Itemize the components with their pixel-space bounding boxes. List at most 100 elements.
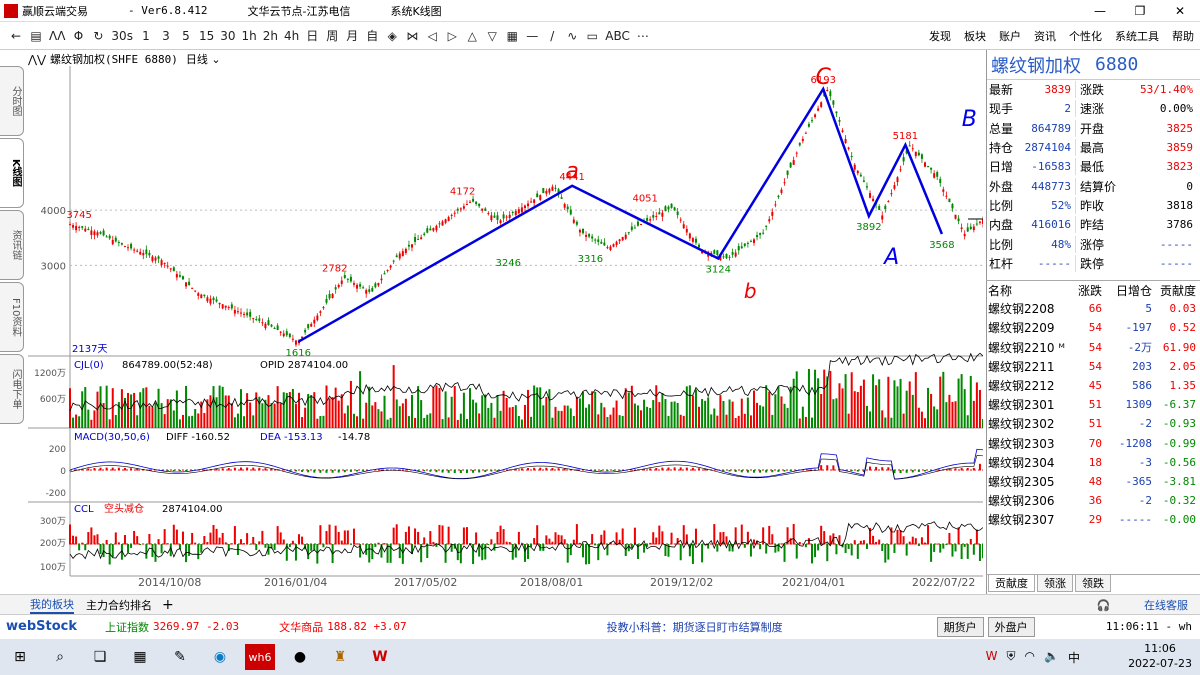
edge-icon[interactable]: ◉ (205, 644, 235, 670)
toolbar-button-2[interactable]: ΛΛ (46, 25, 68, 47)
toolbar-button-18[interactable]: ◈ (382, 25, 402, 47)
toolbar-button-12[interactable]: 2h (260, 25, 281, 47)
contract-row[interactable]: 螺纹钢2210 ᴹ 54 -2万 61.90 (986, 338, 1200, 357)
foreign-account-button[interactable]: 外盘户 (987, 616, 1035, 637)
contracts-tab-2[interactable]: 领跌 (1075, 575, 1111, 592)
toolbar-button-8[interactable]: 5 (176, 25, 196, 47)
wps-icon[interactable]: W (365, 644, 395, 670)
toolbar-button-19[interactable]: ⋈ (402, 25, 422, 47)
toolbar-button-30[interactable]: ⋯ (633, 25, 653, 47)
toolbar-button-26[interactable]: / (542, 25, 562, 47)
contract-row[interactable]: 螺纹钢2209 54 -197 0.52 (986, 318, 1200, 337)
side-tab-0[interactable]: 分时图 (0, 66, 24, 136)
contract-row[interactable]: 螺纹钢2304 18 -3 -0.56 (986, 453, 1200, 472)
toolbar-button-24[interactable]: ▦ (502, 25, 522, 47)
menu-item-1[interactable]: 板块 (964, 28, 986, 44)
toolbar-button-7[interactable]: 3 (156, 25, 176, 47)
toolbar-button-15[interactable]: 周 (322, 25, 342, 47)
contract-row[interactable]: 螺纹钢2305 48 -365 -3.81 (986, 472, 1200, 491)
toolbar-button-23[interactable]: ▽ (482, 25, 502, 47)
toolbar-button-13[interactable]: 4h (281, 25, 302, 47)
contracts-tab-0[interactable]: 贡献度 (988, 575, 1035, 592)
minimize-icon[interactable]: — (1080, 0, 1120, 22)
ccl-bar (188, 544, 191, 556)
volume-bar (661, 392, 664, 428)
menu-item-6[interactable]: 帮助 (1172, 28, 1194, 44)
candle-body (957, 218, 960, 222)
side-tab-2[interactable]: 资讯链 (0, 210, 24, 280)
chess-icon[interactable]: ♜ (325, 644, 355, 670)
tray-clock[interactable]: 11:06 2022-07-23 (1128, 641, 1192, 671)
edu-tip[interactable]: 投教小科普：期货逐日盯市结算制度 (607, 619, 783, 635)
toolbar-button-29[interactable]: ABC (602, 25, 633, 47)
toolbar-button-9[interactable]: 15 (196, 25, 217, 47)
side-tab-1[interactable]: K线图 (0, 138, 24, 208)
add-tab-button[interactable]: + (162, 597, 174, 613)
restore-icon[interactable]: ❐ (1120, 0, 1160, 22)
side-tab-4[interactable]: 闪电下单 (0, 354, 24, 424)
contract-row[interactable]: 螺纹钢2211 54 203 2.05 (986, 357, 1200, 376)
game-icon[interactable]: ● (285, 644, 315, 670)
candle-body (777, 195, 780, 198)
contracts-tab-1[interactable]: 领涨 (1037, 575, 1073, 592)
ccl-bar (279, 532, 282, 545)
toolbar-button-14[interactable]: 日 (302, 25, 322, 47)
menu-item-2[interactable]: 账户 (999, 28, 1021, 44)
menu-item-4[interactable]: 个性化 (1069, 28, 1102, 44)
volume-bar (294, 404, 297, 428)
windows-start-icon[interactable]: ⊞ (5, 644, 35, 670)
contract-row[interactable]: 螺纹钢2303 70 -1208 -0.99 (986, 434, 1200, 453)
contract-row[interactable]: 螺纹钢2212 45 586 1.35 (986, 376, 1200, 395)
period-select[interactable]: 日线 ⌄ (186, 51, 221, 67)
contract-row[interactable]: 螺纹钢2307 29 ----- -0.00 (986, 510, 1200, 529)
toolbar-button-16[interactable]: 月 (342, 25, 362, 47)
task-view-icon[interactable]: ❏ (85, 644, 115, 670)
shield-icon[interactable]: ⛨ (1007, 649, 1016, 666)
ccl-bar (945, 544, 948, 545)
wifi-icon[interactable]: ◠ (1025, 649, 1035, 666)
toolbar-button-4[interactable]: ↻ (88, 25, 108, 47)
menu-item-0[interactable]: 发现 (929, 28, 951, 44)
side-tab-3[interactable]: F10资料 (0, 282, 24, 352)
wh6-app-icon[interactable]: wh6 (245, 644, 275, 670)
contract-row[interactable]: 螺纹钢2208 66 5 0.03 (986, 299, 1200, 318)
volume-icon[interactable]: 🔈 (1044, 649, 1059, 666)
toolbar-button-20[interactable]: ◁ (422, 25, 442, 47)
toolbar-button-6[interactable]: 1 (136, 25, 156, 47)
toolbar-button-22[interactable]: △ (462, 25, 482, 47)
wps-tray-icon[interactable]: W (986, 649, 998, 666)
candle-body (746, 242, 749, 244)
toolbar-button-27[interactable]: ∿ (562, 25, 582, 47)
quote-row: 持仓 2874104 最高 3859 (989, 139, 1193, 157)
calculator-icon[interactable]: ▦ (125, 644, 155, 670)
toolbar-button-11[interactable]: 1h (239, 25, 260, 47)
menu-item-3[interactable]: 资讯 (1034, 28, 1056, 44)
ime-indicator[interactable]: 中 (1068, 649, 1080, 666)
tab-my-board[interactable]: 我的板块 (30, 596, 74, 614)
toolbar-button-3[interactable]: Φ (68, 25, 88, 47)
toolbar-button-17[interactable]: 自 (362, 25, 382, 47)
online-service-button[interactable]: 🎧 在线客服 (1097, 597, 1188, 613)
toolbar-button-1[interactable]: ▤ (26, 25, 46, 47)
toolbar-button-10[interactable]: 30 (217, 25, 238, 47)
toolbar-button-21[interactable]: ▷ (442, 25, 462, 47)
menu-item-5[interactable]: 系统工具 (1115, 28, 1159, 44)
toolbar-button-28[interactable]: ▭ (582, 25, 602, 47)
contract-row[interactable]: 螺纹钢2301 51 1309 -6.37 (986, 395, 1200, 414)
toolbar-button-5[interactable]: 30s (108, 25, 136, 47)
futures-account-button[interactable]: 期货户 (936, 616, 984, 637)
contract-row[interactable]: 螺纹钢2302 51 -2 -0.93 (986, 414, 1200, 433)
ccl-bar (181, 531, 184, 545)
contract-row[interactable]: 螺纹钢2306 36 -2 -0.32 (986, 491, 1200, 510)
close-icon[interactable]: ✕ (1160, 0, 1200, 22)
tab-main-rank[interactable]: 主力合约排名 (86, 597, 152, 613)
paint-icon[interactable]: ✎ (165, 644, 195, 670)
toolbar-button-25[interactable]: — (522, 25, 542, 47)
chart-menu-icon[interactable]: ⋀⋁ (28, 53, 46, 66)
kline-chart[interactable]: 4000300037452782161641723246444133164051… (28, 66, 983, 596)
toolbar-button-0[interactable]: ← (6, 25, 26, 47)
volume-bar (600, 402, 603, 428)
ccl-bar (920, 537, 923, 545)
search-icon[interactable]: ⌕ (45, 644, 75, 670)
candle-body (288, 333, 291, 338)
